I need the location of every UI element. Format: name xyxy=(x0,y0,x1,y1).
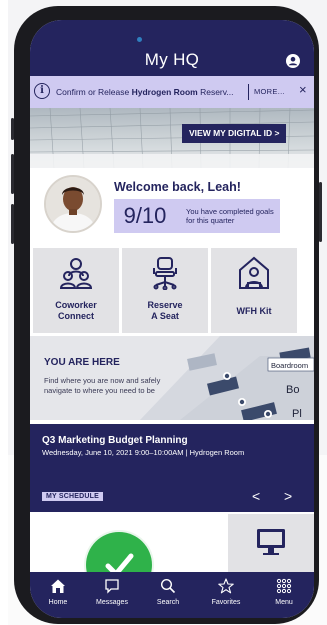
you-are-here-card[interactable]: YOU ARE HERE Find where you are now and … xyxy=(30,336,314,420)
coworker-group-icon xyxy=(60,258,92,289)
reservation-notification[interactable]: i Confirm or Release Hydrogen Room Reser… xyxy=(30,76,314,108)
home-worker-icon xyxy=(239,256,269,289)
view-digital-id-button[interactable]: VIEW MY DIGITAL ID > xyxy=(182,124,287,143)
front-camera xyxy=(137,37,142,42)
grid-menu-icon xyxy=(276,578,292,594)
upcoming-meeting-card[interactable]: Q3 Marketing Budget Planning Wednesday, … xyxy=(30,424,314,512)
tile-label: Reserve A Seat xyxy=(122,300,208,322)
tab-search[interactable]: Search xyxy=(140,572,196,618)
monitor-icon xyxy=(257,529,285,555)
search-icon xyxy=(160,578,176,594)
user-circle-icon[interactable] xyxy=(286,54,300,68)
tile-label-line: A Seat xyxy=(151,311,179,321)
you-are-here-text: Find where you are now and safely naviga… xyxy=(44,376,161,395)
notification-text: Confirm or Release xyxy=(56,87,132,97)
page-title: My HQ xyxy=(144,50,200,69)
notification-message: Confirm or Release Hydrogen Room Reserv.… xyxy=(56,87,233,97)
tab-favorites[interactable]: Favorites xyxy=(198,572,254,618)
goals-text: You have completed goals for this quarte… xyxy=(186,207,274,225)
more-link[interactable]: MORE... xyxy=(254,87,285,96)
welcome-greeting: Welcome back, Leah! xyxy=(114,180,241,194)
bottom-tab-bar: Home Messages Search Favorites Menu xyxy=(30,572,314,618)
tab-label: Messages xyxy=(96,599,128,606)
tab-label: Search xyxy=(156,599,180,606)
phone-frame: My HQ i Confirm or Release Hydrogen Room… xyxy=(11,6,322,624)
desktop-tile[interactable] xyxy=(228,514,314,572)
map-room-label: Boardroom xyxy=(271,361,309,370)
my-schedule-button[interactable]: MY SCHEDULE xyxy=(42,492,104,501)
tile-label: Coworker Connect xyxy=(33,300,119,322)
close-icon[interactable]: × xyxy=(299,83,307,97)
avatar-portrait xyxy=(46,177,100,231)
map-label: Pl xyxy=(292,408,302,420)
reserve-seat-tile[interactable]: Reserve A Seat xyxy=(122,248,208,333)
welcome-card: Welcome back, Leah! 9/10 You have comple… xyxy=(30,168,314,246)
phone-side-button xyxy=(11,154,14,194)
coworker-connect-tile[interactable]: Coworker Connect xyxy=(33,248,119,333)
notification-text-suffix: Reserv... xyxy=(197,87,234,97)
tile-label-line: Connect xyxy=(58,311,94,321)
phone-side-button xyxy=(11,204,14,244)
info-icon: i xyxy=(34,83,50,99)
app-screen: My HQ i Confirm or Release Hydrogen Room… xyxy=(30,20,314,618)
avatar xyxy=(44,175,102,233)
tile-label-line: Reserve xyxy=(147,300,183,310)
tile-label-line: Coworker xyxy=(55,300,97,310)
tab-menu[interactable]: Menu xyxy=(256,572,312,618)
phone-side-button xyxy=(319,182,322,242)
tab-label: Favorites xyxy=(211,599,241,606)
goals-value: 9/10 xyxy=(123,203,167,228)
meeting-details: Wednesday, June 10, 2021 9:00–10:00AM | … xyxy=(42,448,245,457)
star-icon xyxy=(218,578,234,594)
tile-label: WFH Kit xyxy=(236,306,272,316)
chat-bubble-icon xyxy=(105,579,119,594)
notification-room: Hydrogen Room xyxy=(131,87,198,97)
office-chair-icon xyxy=(153,257,177,290)
divider xyxy=(248,84,249,100)
wfh-kit-tile[interactable]: WFH Kit xyxy=(211,248,297,333)
tab-label: Home xyxy=(48,599,68,606)
tab-messages[interactable]: Messages xyxy=(84,572,140,618)
tab-home[interactable]: Home xyxy=(30,572,86,618)
phone-side-button xyxy=(11,118,14,140)
next-arrow-icon[interactable]: > xyxy=(284,488,292,504)
you-are-here-heading: YOU ARE HERE xyxy=(44,357,120,368)
tab-label: Menu xyxy=(275,599,293,606)
goals-summary: 9/10 You have completed goals for this q… xyxy=(114,199,280,233)
previous-arrow-icon[interactable]: < xyxy=(252,488,260,504)
map-label: Bo xyxy=(286,384,300,396)
meeting-title: Q3 Marketing Budget Planning xyxy=(42,435,188,446)
bottom-cards-row xyxy=(30,514,314,598)
app-header: My HQ xyxy=(30,20,314,76)
hero-banner: VIEW MY DIGITAL ID > xyxy=(30,108,314,168)
home-icon xyxy=(51,579,65,593)
